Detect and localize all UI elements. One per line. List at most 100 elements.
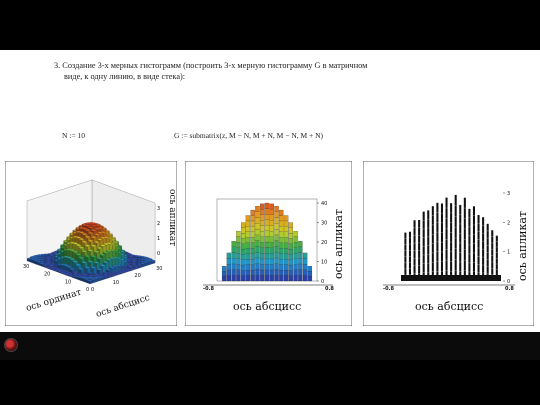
y-axis-label: ось апликат [332,209,345,279]
column-cell [288,243,293,250]
column-cell [279,242,284,249]
column-cell [288,233,293,239]
column-cell [231,246,236,253]
column-cell [274,269,279,276]
column-cell [231,263,236,270]
column-cell [298,275,303,282]
column-cell [221,275,227,282]
column-cell [260,264,265,271]
column-cell [269,264,274,271]
column-cell [241,222,246,228]
y-tick-label: 2 [507,220,510,226]
column-cell [288,227,293,234]
column-cell [269,209,274,215]
column-cell [241,233,246,239]
column-cell [264,264,270,270]
column-cell [226,258,232,265]
column-cell [226,269,232,276]
column-cell [274,217,279,224]
column-cell [279,269,284,276]
task-text: 3. Создание 3-х мерных гистограмм (постр… [54,61,434,82]
y-tick-label: 3 [507,191,510,197]
histogram-columns-panel: 0 10 20 30 40 -0.8 0.8 ось абсцисс ось апликат [185,161,352,326]
column-cell [274,275,279,282]
column-cell [241,227,246,234]
column-cell [274,223,279,230]
column-cell [298,258,303,265]
column-cell [274,234,279,241]
column-cell [231,269,236,276]
y-tick-label: 40 [321,201,327,207]
column-cell [236,242,241,248]
x-tick-label: 20 [134,273,140,279]
z-tick-label: 1 [157,236,160,242]
column-cell [236,275,241,282]
task-line-1: 3. Создание 3-х мерных гистограмм (постр… [54,61,368,70]
y-tick-label: 0 [321,279,324,285]
column-cell [264,230,270,237]
column-cell [245,226,251,232]
column-cell [255,240,260,247]
column-cell [241,238,246,244]
column-cell [283,242,289,249]
column-cell [269,214,274,221]
y-tick-label: 10 [65,279,71,285]
column-cell [293,236,298,243]
column-cell [241,243,246,250]
column-cell [250,269,255,276]
column-cell [250,264,255,271]
column-cell [307,275,313,282]
column-cell [302,275,308,282]
column-cell [255,223,260,230]
code-g: G := submatrix(z, M − N, M + N, M − N, M… [174,131,324,140]
column-cell [283,259,289,265]
column-cell [260,214,265,221]
column-cell [241,264,246,271]
column-cell [288,264,293,271]
x-tick-label: 0.8 [325,286,334,292]
column-cell [283,264,289,271]
column-cell [231,258,236,265]
column-cell [279,231,284,238]
x-tick-label: 30 [156,266,162,272]
column-cell [279,220,284,227]
column-cell [279,215,284,222]
histogram-columns: 0 10 20 30 40 -0.8 0.8 ось абсцисс ось апликат [185,161,352,326]
record-button[interactable] [4,338,18,352]
column-cell [245,242,251,249]
column-cell [269,203,274,210]
column-cell [283,215,289,222]
column-cell [255,211,260,218]
y-tick-label: 30 [23,264,29,270]
column-cell [250,226,255,232]
column-cell [293,258,298,265]
column-cell [293,275,298,282]
column-cell [274,206,279,212]
column-cell [293,264,298,271]
column-cell [260,209,265,215]
column-cell [255,234,260,241]
column-cell [221,271,227,277]
column-cell [241,254,246,260]
column-cell [264,208,270,215]
column-cell [283,220,289,227]
column-cell [298,246,303,253]
column-cell [245,237,251,243]
column-cell [236,253,241,259]
column-cell [293,269,298,276]
column-cell [264,275,270,282]
column-cell [283,269,289,276]
column-cell [264,258,270,265]
column-cell [255,217,260,224]
column-cell [302,252,308,259]
column-cell [288,259,293,266]
column-cell [283,275,289,282]
column-cell [264,225,270,231]
column-cell [250,253,255,260]
column-cell [298,269,303,276]
column-cell [269,253,274,260]
column-cell [283,253,289,260]
column-cell [226,264,232,270]
histogram-3d: 012301020300102030ось апликатось ординат… [5,161,177,326]
column-cell [274,257,279,264]
